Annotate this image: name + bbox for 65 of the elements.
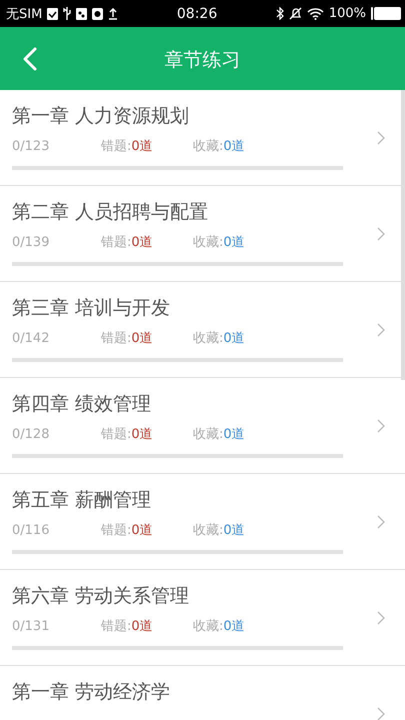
chevron-icon (377, 610, 385, 624)
favorite-count: 0道 (223, 330, 245, 346)
chapter-row[interactable]: 第二章 人员招聘与配置 0/139 错题:0道 收藏:0道 (0, 186, 405, 282)
carrier-label: 无SIM (6, 6, 42, 22)
chapter-title: 第一章 人力资源规划 (12, 104, 190, 128)
clock: 08:26 (176, 6, 218, 22)
chapter-row[interactable]: 第四章 绩效管理 0/128 错题:0道 收藏:0道 (0, 378, 405, 474)
wrong-label: 错题: (101, 618, 132, 634)
chapter-title: 第四章 绩效管理 (12, 392, 152, 416)
favorite-label: 收藏: (193, 618, 224, 634)
wrong-count: 0道 (131, 618, 153, 634)
favorite-count: 0道 (223, 426, 245, 442)
upload-icon (108, 8, 118, 20)
chapter-title: 第三章 培训与开发 (12, 296, 172, 320)
favorite-label: 收藏: (193, 522, 224, 538)
battery-icon (371, 7, 401, 20)
screen-title: 章节练习 (164, 48, 240, 73)
wrong-count: 0道 (131, 330, 153, 346)
progress-count: 0/123 (12, 138, 50, 156)
wrong-label: 错题: (101, 522, 132, 538)
progress-count: 0/139 (12, 234, 50, 252)
wrong-label: 错题: (101, 426, 132, 442)
wifi-icon (306, 7, 324, 20)
chevron-icon (377, 514, 385, 528)
progress-count: 0/128 (12, 426, 50, 444)
wrong-count: 0道 (131, 234, 153, 250)
chapter-row[interactable]: 第六章 劳动关系管理 0/131 错题:0道 收藏:0道 (0, 570, 405, 666)
chapter-row[interactable]: 第三章 培训与开发 0/142 错题:0道 收藏:0道 (0, 282, 405, 378)
battery-label: 100% (328, 6, 366, 21)
favorite-label: 收藏: (193, 426, 224, 442)
chapter-title: 第一章 劳动经济学 (12, 680, 172, 704)
chevron-icon (377, 130, 385, 144)
chevron-icon (377, 322, 385, 336)
chapter-row[interactable]: 第一章 人力资源规划 0/123 错题:0道 收藏:0道 (0, 90, 405, 186)
usb-icon (63, 7, 72, 20)
favorite-label: 收藏: (193, 234, 224, 250)
chevron-icon (377, 226, 385, 240)
app-icon (76, 8, 88, 20)
wrong-label: 错题: (101, 330, 132, 346)
favorite-count: 0道 (223, 522, 245, 538)
app-icon (92, 8, 104, 20)
favorite-count: 0道 (223, 138, 245, 154)
chapter-title: 第二章 人员招聘与配置 (12, 200, 210, 224)
muted-bell-icon (288, 7, 302, 20)
favorite-label: 收藏: (193, 138, 224, 154)
favorite-count: 0道 (223, 234, 245, 250)
wrong-count: 0道 (131, 138, 153, 154)
chapter-row[interactable]: 第五章 薪酬管理 0/116 错题:0道 收藏:0道 (0, 474, 405, 570)
progress-count: 0/142 (12, 330, 50, 348)
chevron-icon (377, 706, 385, 720)
progress-count: 0/116 (12, 522, 50, 540)
back-icon[interactable] (23, 46, 37, 70)
notification-icon (47, 8, 58, 20)
bluetooth-icon (276, 7, 284, 20)
chapter-row[interactable]: 第一章 劳动经济学 (0, 666, 405, 720)
progress-count: 0/131 (12, 618, 50, 636)
wrong-count: 0道 (131, 426, 153, 442)
favorite-label: 收藏: (193, 330, 224, 346)
chevron-icon (377, 418, 385, 432)
chapter-title: 第六章 劳动关系管理 (12, 584, 190, 608)
wrong-label: 错题: (101, 234, 132, 250)
chapter-title: 第五章 薪酬管理 (12, 488, 152, 512)
wrong-label: 错题: (101, 138, 132, 154)
favorite-count: 0道 (223, 618, 245, 634)
wrong-count: 0道 (131, 522, 153, 538)
